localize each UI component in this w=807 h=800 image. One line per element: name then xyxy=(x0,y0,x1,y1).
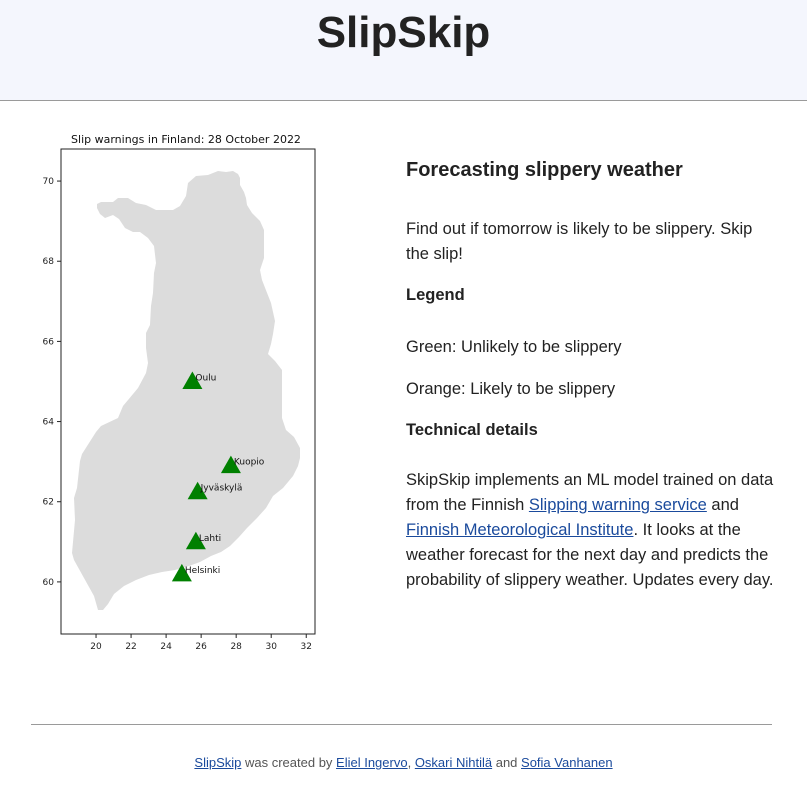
footer-separator: and xyxy=(492,755,522,770)
site-title: SlipSkip xyxy=(316,8,491,57)
city-label: Helsinki xyxy=(185,566,220,576)
main-heading: Forecasting slippery weather xyxy=(406,159,683,181)
x-tick-label: 30 xyxy=(265,642,277,652)
x-tick-label: 20 xyxy=(90,642,102,652)
legend-green: Green: Unlikely to be slippery xyxy=(406,338,622,356)
slipping-warning-link[interactable]: Slipping warning service xyxy=(529,496,707,514)
x-tick-label: 28 xyxy=(230,642,242,652)
intro-text: Find out if tomorrow is likely to be sli… xyxy=(406,220,753,263)
finland-map xyxy=(72,171,300,610)
legend-heading: Legend xyxy=(406,286,465,304)
y-tick-label: 62 xyxy=(43,498,54,508)
footer-divider xyxy=(31,724,772,725)
city-label: Oulu xyxy=(195,373,216,383)
slip-warnings-chart: Slip warnings in Finland: 28 October 202… xyxy=(28,128,328,658)
footer: SlipSkip was created by Eliel Ingervo, O… xyxy=(0,755,807,770)
x-tick-label: 26 xyxy=(195,642,207,652)
fmi-link[interactable]: Finnish Meteorological Institute xyxy=(406,521,633,539)
legend-orange: Orange: Likely to be slippery xyxy=(406,380,616,398)
technical-heading: Technical details xyxy=(406,421,538,439)
footer-text: was created by xyxy=(241,755,337,770)
city-label: Kuopio xyxy=(234,458,265,468)
author-link-vanhanen[interactable]: Sofia Vanhanen xyxy=(521,755,613,770)
site-header: SlipSkip xyxy=(0,0,807,101)
footer-app-link[interactable]: SlipSkip xyxy=(194,755,241,770)
y-tick-label: 66 xyxy=(43,337,55,347)
x-tick-label: 22 xyxy=(125,642,136,652)
city-label: Jyväskylä xyxy=(200,484,243,494)
footer-separator: , xyxy=(407,755,415,770)
y-tick-label: 68 xyxy=(43,257,55,267)
author-link-nihtila[interactable]: Oskari Nihtilä xyxy=(415,755,492,770)
chart-svg: Slip warnings in Finland: 28 October 202… xyxy=(43,133,316,652)
y-tick-label: 70 xyxy=(43,177,55,187)
author-link-ingervo[interactable]: Eliel Ingervo xyxy=(336,755,408,770)
technical-text-part: and xyxy=(706,496,739,514)
y-tick-label: 60 xyxy=(43,578,55,588)
chart-title: Slip warnings in Finland: 28 October 202… xyxy=(71,133,301,146)
technical-text: SkipSkip implements an ML model trained … xyxy=(406,468,776,593)
main-content: Forecasting slippery weather Find out if… xyxy=(406,156,776,593)
finland-shape xyxy=(72,171,300,610)
x-tick-label: 24 xyxy=(160,642,172,652)
y-tick-label: 64 xyxy=(43,418,55,428)
x-tick-label: 32 xyxy=(301,642,312,652)
city-label: Lahti xyxy=(199,534,221,544)
